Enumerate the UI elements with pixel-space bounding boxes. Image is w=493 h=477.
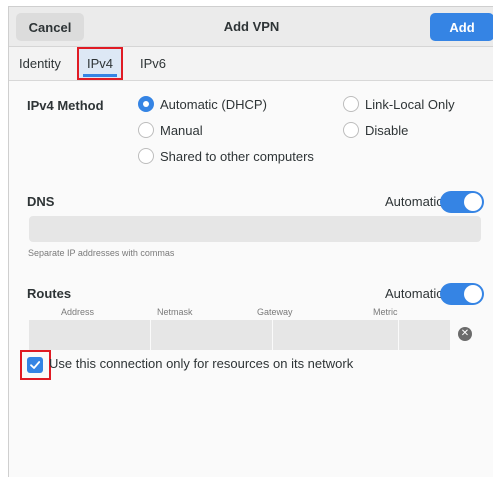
radio-shared-label: Shared to other computers bbox=[160, 148, 314, 164]
header-bar: Cancel Add VPN Add bbox=[9, 7, 493, 47]
routes-label: Routes bbox=[27, 286, 72, 301]
route-gateway-input[interactable] bbox=[273, 320, 399, 350]
dns-label: DNS bbox=[27, 194, 55, 209]
radio-selected-icon bbox=[138, 96, 154, 112]
radio-unselected-icon bbox=[138, 122, 154, 138]
tab-identity[interactable]: Identity bbox=[17, 47, 63, 80]
dialog-title: Add VPN bbox=[223, 19, 280, 34]
route-row bbox=[29, 320, 450, 350]
column-netmask: Netmask bbox=[157, 307, 193, 317]
radio-shared[interactable]: Shared to other computers bbox=[138, 148, 314, 164]
add-vpn-dialog: Cancel Add VPN Add Identity IPv4 IPv6 IP… bbox=[8, 6, 493, 477]
route-metric-input[interactable] bbox=[399, 320, 450, 350]
radio-unselected-icon bbox=[138, 148, 154, 164]
switch-knob bbox=[464, 285, 482, 303]
route-address-input[interactable] bbox=[29, 320, 151, 350]
add-button[interactable]: Add bbox=[430, 13, 493, 41]
radio-unselected-icon bbox=[343, 122, 359, 138]
radio-automatic-dhcp[interactable]: Automatic (DHCP) bbox=[138, 96, 267, 112]
radio-unselected-icon bbox=[343, 96, 359, 112]
radio-manual-label: Manual bbox=[160, 122, 203, 138]
dns-automatic-switch[interactable] bbox=[440, 191, 484, 213]
route-netmask-input[interactable] bbox=[151, 320, 273, 350]
tab-ipv6[interactable]: IPv6 bbox=[138, 47, 168, 80]
tab-bar: Identity IPv4 IPv6 bbox=[9, 47, 493, 81]
column-gateway: Gateway bbox=[257, 307, 293, 317]
radio-disable[interactable]: Disable bbox=[343, 122, 408, 138]
restrict-checkbox-label[interactable]: Use this connection only for resources o… bbox=[49, 356, 353, 371]
radio-link-local-only[interactable]: Link-Local Only bbox=[343, 96, 455, 112]
active-tab-indicator bbox=[83, 74, 117, 77]
switch-knob bbox=[464, 193, 482, 211]
radio-manual[interactable]: Manual bbox=[138, 122, 203, 138]
checkmark-icon bbox=[30, 361, 41, 369]
dns-automatic-label: Automatic bbox=[385, 194, 443, 209]
ipv4-method-label: IPv4 Method bbox=[27, 98, 104, 113]
dns-input[interactable] bbox=[29, 216, 481, 242]
dns-hint: Separate IP addresses with commas bbox=[28, 248, 175, 258]
radio-disable-label: Disable bbox=[365, 122, 409, 138]
radio-automatic-dhcp-label: Automatic (DHCP) bbox=[160, 96, 267, 112]
column-metric: Metric bbox=[373, 307, 398, 317]
tab-ipv4[interactable]: IPv4 bbox=[77, 47, 123, 80]
restrict-checkbox-highlight bbox=[20, 350, 51, 380]
column-address: Address bbox=[61, 307, 95, 317]
routes-automatic-label: Automatic bbox=[385, 286, 443, 301]
delete-route-icon[interactable]: ✕ bbox=[458, 327, 472, 341]
radio-link-local-only-label: Link-Local Only bbox=[365, 96, 455, 112]
routes-automatic-switch[interactable] bbox=[440, 283, 484, 305]
tab-ipv4-label: IPv4 bbox=[86, 56, 113, 71]
restrict-checkbox[interactable] bbox=[27, 357, 43, 373]
